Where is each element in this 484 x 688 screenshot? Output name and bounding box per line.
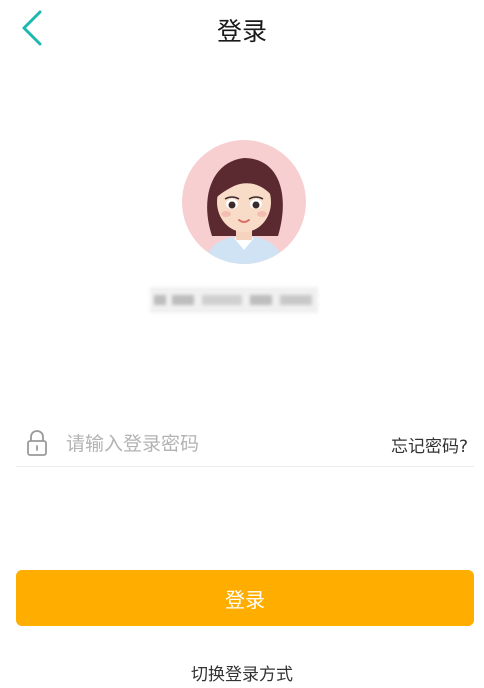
password-row: 忘记密码? [16,420,474,467]
avatar [182,140,306,264]
login-button-label: 登录 [225,587,265,612]
login-button[interactable]: 登录 [16,570,474,626]
switch-login-method-link[interactable]: 切换登录方式 [0,660,484,685]
avatar-illustration [204,158,284,264]
password-input[interactable] [64,426,368,462]
masked-account-name [150,287,318,313]
header-bar: 登录 [0,0,484,56]
lock-icon [27,430,47,456]
page-title: 登录 [216,17,267,46]
forgot-password-link[interactable]: 忘记密码? [391,432,468,457]
